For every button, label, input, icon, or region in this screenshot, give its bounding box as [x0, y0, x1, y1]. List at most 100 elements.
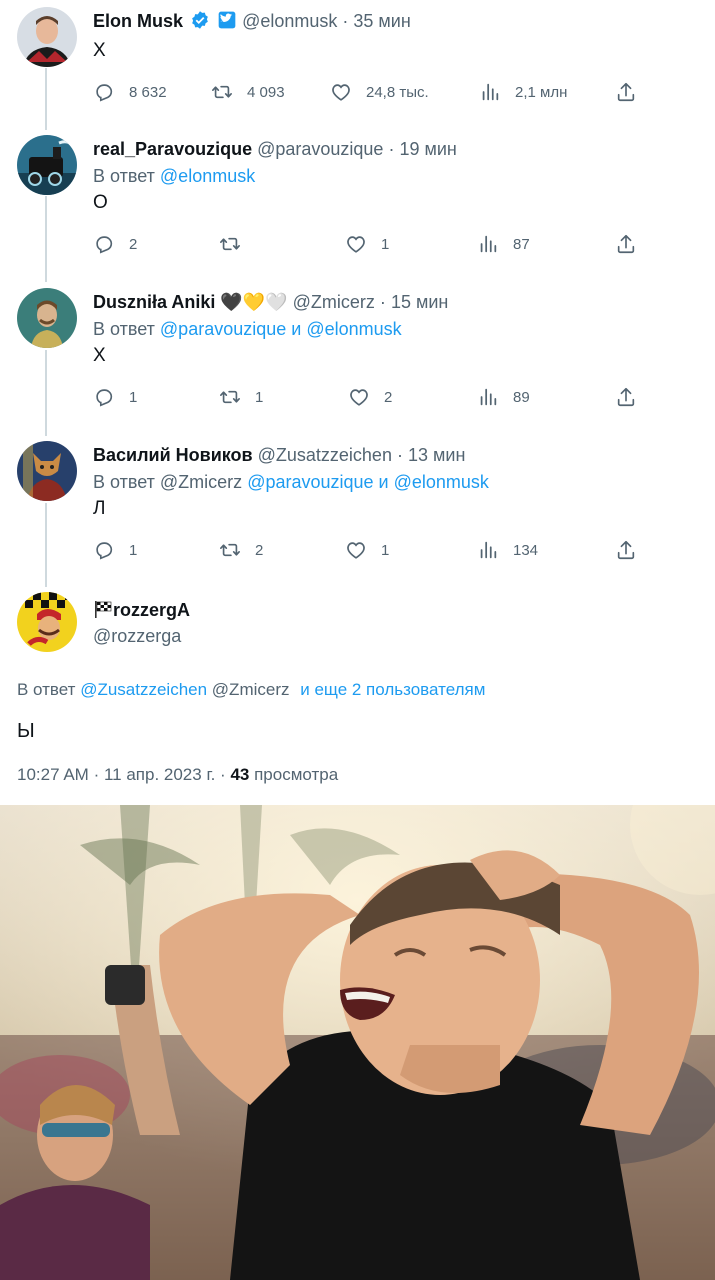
- views-button[interactable]: 134: [477, 538, 538, 562]
- reply-button[interactable]: 2: [93, 232, 137, 256]
- retweet-icon: [212, 85, 232, 99]
- tweet[interactable]: Василий Новиков @Zusatzzeichen · 13 мин …: [0, 441, 715, 571]
- retweet-count: 4 093: [247, 83, 285, 101]
- author-handle[interactable]: @Zusatzzeichen: [258, 445, 392, 465]
- views-icon: [482, 83, 499, 101]
- views-button[interactable]: 89: [477, 385, 530, 409]
- author-handle[interactable]: @elonmusk: [242, 11, 337, 31]
- author-handle[interactable]: @paravouzique: [257, 139, 383, 159]
- avatar[interactable]: [17, 135, 77, 195]
- share-button[interactable]: [615, 232, 637, 256]
- reply-context: В ответ @Zusatzzeichen @Zmicerz и еще 2 …: [17, 680, 485, 700]
- views-button[interactable]: 87: [477, 232, 530, 256]
- timestamp[interactable]: 10:27 AM: [17, 765, 89, 784]
- retweet-button[interactable]: 2: [219, 538, 263, 562]
- separator-dot: ·: [388, 139, 395, 159]
- views-count: 2,1 млн: [515, 83, 568, 101]
- views-count: 134: [513, 541, 539, 559]
- reply-mention-link[interactable]: @Zusatzzeichen: [80, 680, 207, 699]
- author-block: rozzergA @rozzerga: [93, 599, 190, 647]
- timestamp[interactable]: 19 мин: [399, 139, 456, 159]
- tweet-text: Ы: [17, 720, 35, 742]
- avatar[interactable]: [17, 288, 77, 348]
- views-button[interactable]: 2,1 млн: [479, 80, 567, 104]
- share-button[interactable]: [615, 80, 637, 104]
- reply-more-link[interactable]: и еще 2 пользователям: [300, 680, 485, 699]
- reply-icon: [96, 542, 113, 560]
- separator-dot: ·: [379, 292, 386, 312]
- reply-prefix: В ответ: [93, 166, 155, 186]
- like-button[interactable]: 2: [348, 385, 392, 409]
- reply-count: 2: [129, 235, 138, 253]
- timestamp[interactable]: 35 мин: [353, 11, 410, 31]
- separator-dot: ·: [93, 765, 100, 784]
- tweet[interactable]: Elon Musk @elonmusk · 35 мин Х 8 632 4 0…: [0, 7, 715, 117]
- like-count: 1: [381, 541, 390, 559]
- timestamp[interactable]: 13 мин: [408, 445, 465, 465]
- share-button[interactable]: [615, 385, 637, 409]
- author-name[interactable]: Василий Новиков: [93, 445, 253, 465]
- author-handle[interactable]: @rozzerga: [93, 625, 190, 647]
- reply-count: 8 632: [129, 83, 167, 101]
- author-name[interactable]: real_Paravouzique: [93, 139, 252, 159]
- avatar[interactable]: [17, 592, 77, 652]
- reply-handle-plain[interactable]: @Zmicerz: [212, 680, 290, 699]
- tweet-text: Х: [93, 40, 106, 61]
- like-count: 2: [384, 388, 393, 406]
- views-icon: [480, 388, 497, 406]
- reply-button[interactable]: 8 632: [93, 80, 167, 104]
- author-handle[interactable]: @Zmicerz: [293, 292, 375, 312]
- like-button[interactable]: 24,8 тыс.: [330, 80, 429, 104]
- views-label: просмотра: [254, 765, 339, 784]
- action-bar: 1 2 1 134: [93, 538, 638, 562]
- tweet[interactable]: real_Paravouzique @paravouzique · 19 мин…: [0, 135, 715, 265]
- share-icon: [617, 82, 635, 102]
- tweet-header: Duszniła Aniki 🖤💛🤍 @Zmicerz · 15 мин: [93, 291, 448, 313]
- like-button[interactable]: 1: [345, 538, 389, 562]
- views-icon: [480, 541, 497, 559]
- retweet-button[interactable]: 4 093: [211, 80, 285, 104]
- tweet-text: Х: [93, 345, 106, 366]
- reply-prefix: В ответ: [93, 472, 155, 492]
- twitter-blue-badge-icon: [218, 11, 236, 29]
- views-count: 87: [513, 235, 530, 253]
- reply-handle-plain[interactable]: @Zmicerz: [160, 472, 242, 492]
- separator-dot: ·: [396, 445, 403, 465]
- reply-mention-link[interactable]: @elonmusk: [160, 166, 255, 186]
- action-bar: 2 1 87: [93, 232, 638, 256]
- tweet-header: Elon Musk @elonmusk · 35 мин: [93, 10, 411, 32]
- retweet-button[interactable]: 1: [219, 385, 263, 409]
- reply-prefix: В ответ: [93, 319, 155, 339]
- retweet-icon: [220, 237, 240, 251]
- like-icon: [347, 542, 365, 559]
- avatar[interactable]: [17, 441, 77, 501]
- reply-context: В ответ @paravouzique и @elonmusk: [93, 318, 402, 340]
- separator-dot: ·: [220, 765, 226, 784]
- tweet-text: Л: [93, 498, 106, 519]
- reply-count: 1: [129, 541, 138, 559]
- retweet-button[interactable]: [219, 232, 255, 256]
- views-count[interactable]: 43: [230, 765, 249, 784]
- author-name[interactable]: Elon Musk: [93, 11, 183, 31]
- date[interactable]: 11 апр. 2023 г.: [104, 765, 215, 784]
- author-name[interactable]: Duszniła Aniki: [93, 292, 215, 312]
- like-icon: [332, 84, 350, 101]
- action-bar: 8 632 4 093 24,8 тыс. 2,1 млн: [93, 80, 638, 104]
- like-icon: [347, 236, 365, 253]
- like-button[interactable]: 1: [345, 232, 389, 256]
- reply-mention-link[interactable]: @paravouzique и @elonmusk: [247, 472, 489, 492]
- reply-mention-link[interactable]: @paravouzique и @elonmusk: [160, 319, 402, 339]
- reply-icon: [96, 84, 113, 102]
- reply-button[interactable]: 1: [93, 385, 137, 409]
- reply-button[interactable]: 1: [93, 538, 137, 562]
- like-count: 24,8 тыс.: [366, 83, 429, 101]
- share-icon: [617, 387, 635, 407]
- avatar[interactable]: [17, 7, 77, 67]
- retweet-count: 1: [255, 388, 264, 406]
- author-name[interactable]: rozzergA: [113, 600, 190, 620]
- timestamp[interactable]: 15 мин: [391, 292, 448, 312]
- tweet[interactable]: Duszniła Aniki 🖤💛🤍 @Zmicerz · 15 мин В о…: [0, 288, 715, 418]
- like-count: 1: [381, 235, 390, 253]
- share-button[interactable]: [615, 538, 637, 562]
- checkered-flag-icon: [95, 601, 112, 618]
